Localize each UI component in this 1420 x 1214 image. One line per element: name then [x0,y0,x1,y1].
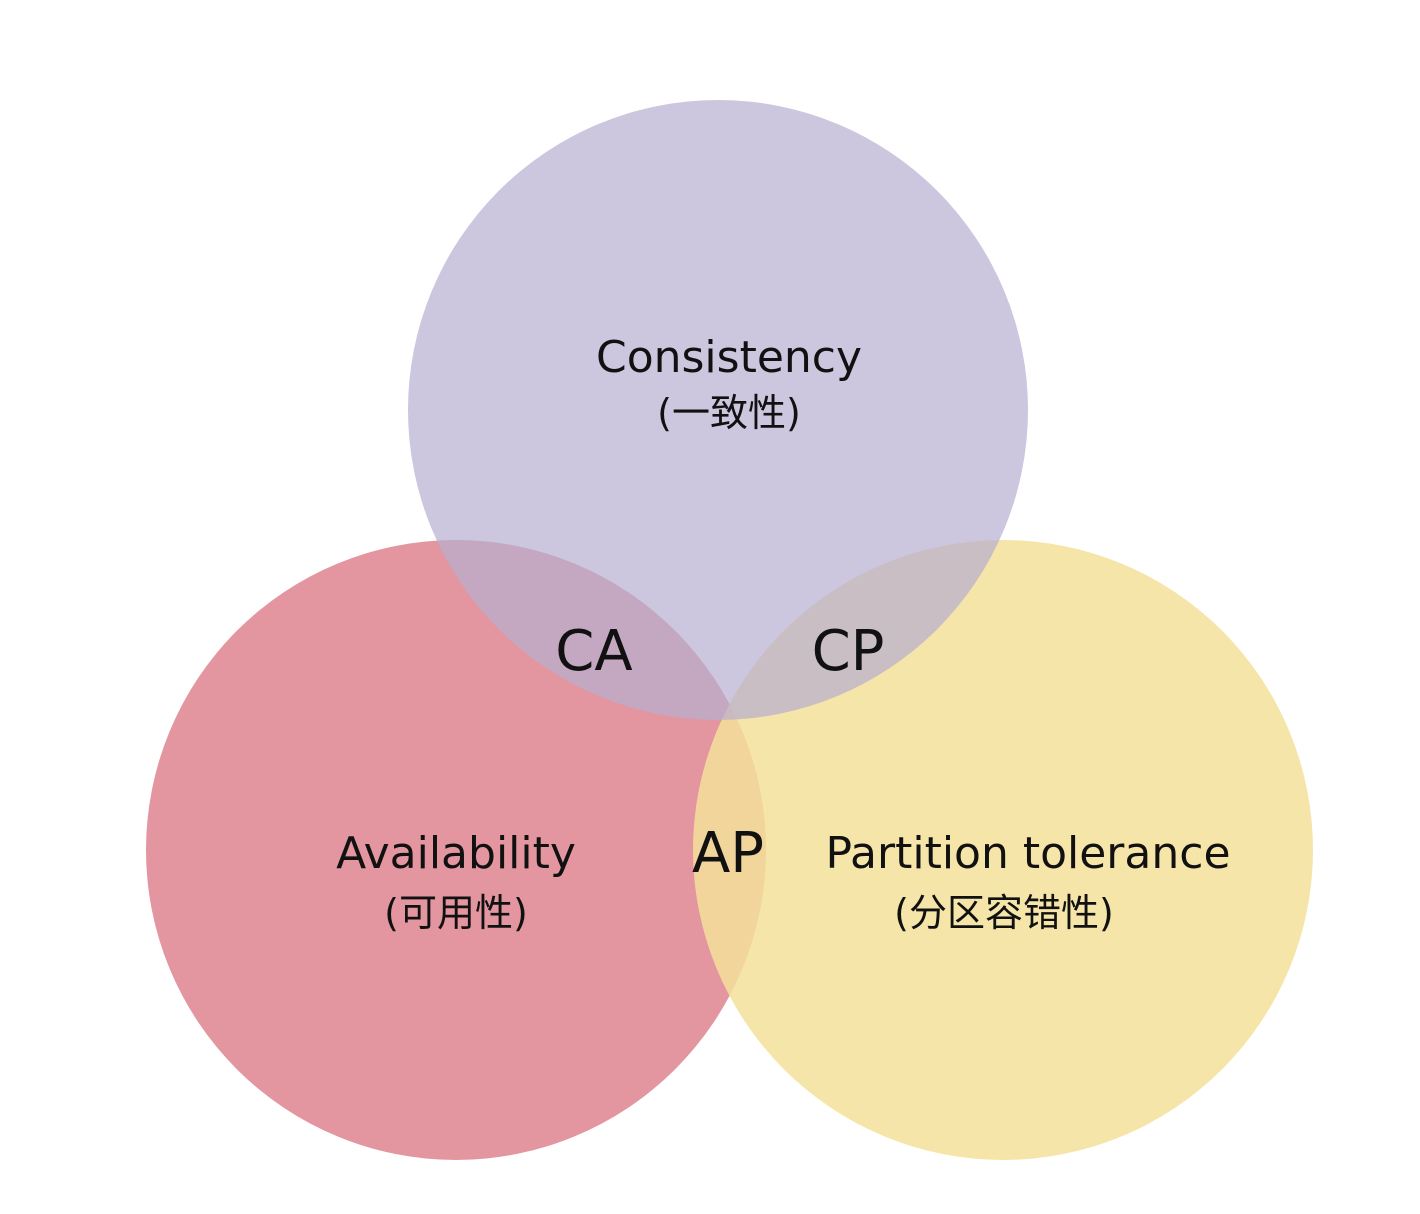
partition-tolerance-label: Partition tolerance [825,828,1230,879]
consistency-label: Consistency [596,332,862,383]
ca-intersection-label: CA [555,619,632,684]
partition-tolerance-sublabel: (分区容错性) [894,891,1114,935]
cp-intersection-label: CP [812,619,885,684]
cap-venn-diagram: Consistency (一致性) Availability (可用性) Par… [146,100,1313,1160]
consistency-sublabel: (一致性) [657,391,801,435]
ap-intersection-label: AP [692,821,764,886]
availability-sublabel: (可用性) [384,891,528,935]
availability-label: Availability [336,828,576,879]
